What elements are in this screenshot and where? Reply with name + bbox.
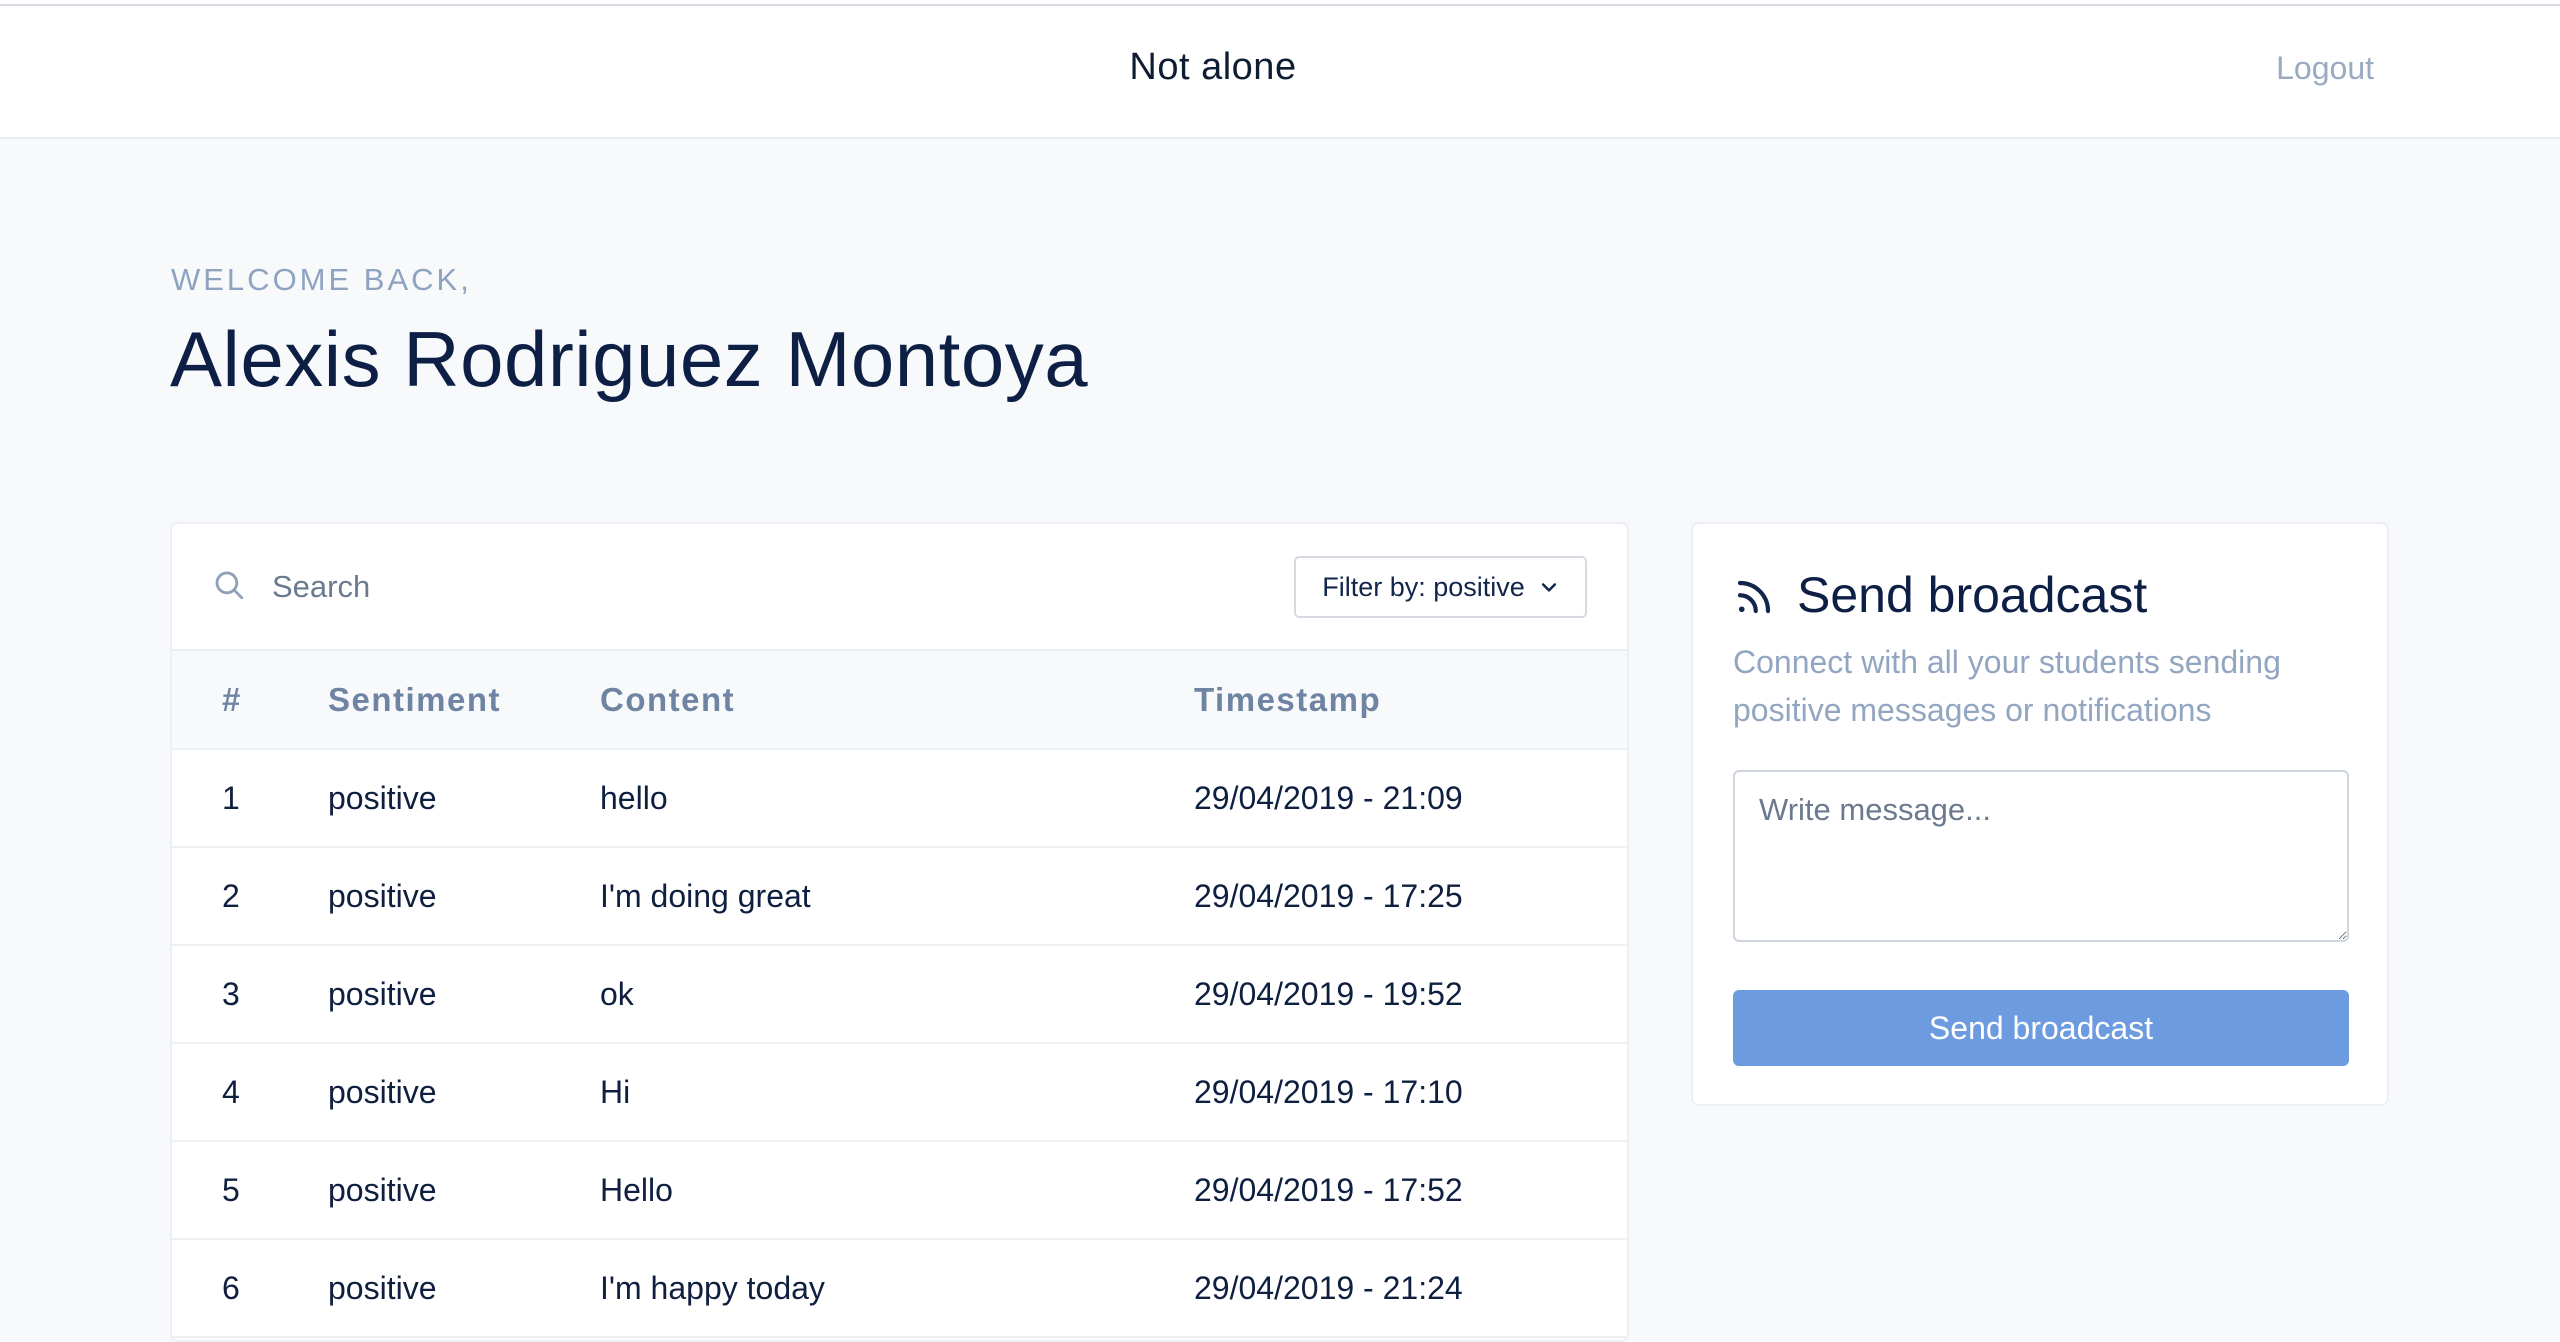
table-row: 1 positive hello 29/04/2019 - 21:09 bbox=[172, 749, 1627, 848]
row-content: ok bbox=[600, 945, 1194, 1044]
table-row: 6 positive I'm happy today 29/04/2019 - … bbox=[172, 1239, 1627, 1338]
broadcast-card: Send broadcast Connect with all your stu… bbox=[1691, 522, 2389, 1106]
row-timestamp: 29/04/2019 - 21:24 bbox=[1194, 1239, 1627, 1338]
row-number: 2 bbox=[172, 847, 328, 946]
column-header-content: Content bbox=[600, 651, 1194, 750]
table-header-row: # Sentiment Content Timestamp bbox=[172, 651, 1627, 750]
broadcast-description: Connect with all your students sending p… bbox=[1733, 644, 2281, 728]
row-number: 4 bbox=[172, 1043, 328, 1142]
table-row: 4 positive Hi 29/04/2019 - 17:10 bbox=[172, 1043, 1627, 1142]
messages-card: Filter by: positive # Sentiment Content … bbox=[170, 522, 1629, 1342]
table-row: 3 positive ok 29/04/2019 - 19:52 bbox=[172, 945, 1627, 1044]
row-content: hello bbox=[600, 749, 1194, 848]
row-content: I'm doing great bbox=[600, 847, 1194, 946]
row-content: I'm happy today bbox=[600, 1239, 1194, 1338]
broadcast-title: Send broadcast bbox=[1797, 567, 2148, 623]
table-row: 5 positive Hello 29/04/2019 - 17:52 bbox=[172, 1141, 1627, 1240]
row-timestamp: 29/04/2019 - 17:25 bbox=[1194, 847, 1627, 946]
send-broadcast-button[interactable]: Send broadcast bbox=[1733, 990, 2349, 1066]
row-sentiment: positive bbox=[328, 1239, 600, 1338]
filter-label: Filter by: positive bbox=[1322, 571, 1525, 602]
search-bar: Filter by: positive bbox=[172, 524, 1627, 651]
table-row: 2 positive I'm doing great 29/04/2019 - … bbox=[172, 847, 1627, 946]
row-sentiment: positive bbox=[328, 945, 600, 1044]
search-input[interactable] bbox=[272, 558, 1272, 616]
chevron-down-icon bbox=[1541, 583, 1556, 592]
row-content: Hello bbox=[600, 1141, 1194, 1240]
column-header-number: # bbox=[172, 651, 328, 750]
column-header-timestamp: Timestamp bbox=[1194, 651, 1627, 750]
row-number: 3 bbox=[172, 945, 328, 1044]
row-timestamp: 29/04/2019 - 17:10 bbox=[1194, 1043, 1627, 1142]
welcome-label: WELCOME BACK, bbox=[171, 262, 472, 297]
row-number: 5 bbox=[172, 1141, 328, 1240]
filter-dropdown[interactable]: Filter by: positive bbox=[1294, 556, 1587, 618]
row-sentiment: positive bbox=[328, 1043, 600, 1142]
search-icon bbox=[215, 571, 244, 600]
navbar: Not alone Logout bbox=[0, 6, 2560, 139]
row-timestamp: 29/04/2019 - 21:09 bbox=[1194, 749, 1627, 848]
rss-icon bbox=[1737, 580, 1771, 614]
row-timestamp: 29/04/2019 - 19:52 bbox=[1194, 945, 1627, 1044]
row-number: 6 bbox=[172, 1239, 328, 1338]
user-name: Alexis Rodriguez Montoya bbox=[170, 315, 1089, 403]
column-header-sentiment: Sentiment bbox=[328, 651, 600, 750]
row-timestamp: 29/04/2019 - 17:52 bbox=[1194, 1141, 1627, 1240]
row-sentiment: positive bbox=[328, 847, 600, 946]
row-sentiment: positive bbox=[328, 749, 600, 848]
row-number: 1 bbox=[172, 749, 328, 848]
message-input[interactable] bbox=[1733, 770, 2349, 942]
brand-title: Not alone bbox=[1129, 46, 1297, 88]
row-sentiment: positive bbox=[328, 1141, 600, 1240]
logout-link[interactable]: Logout bbox=[2276, 50, 2374, 87]
messages-table: # Sentiment Content Timestamp 1 positive… bbox=[172, 651, 1627, 1338]
row-content: Hi bbox=[600, 1043, 1194, 1142]
